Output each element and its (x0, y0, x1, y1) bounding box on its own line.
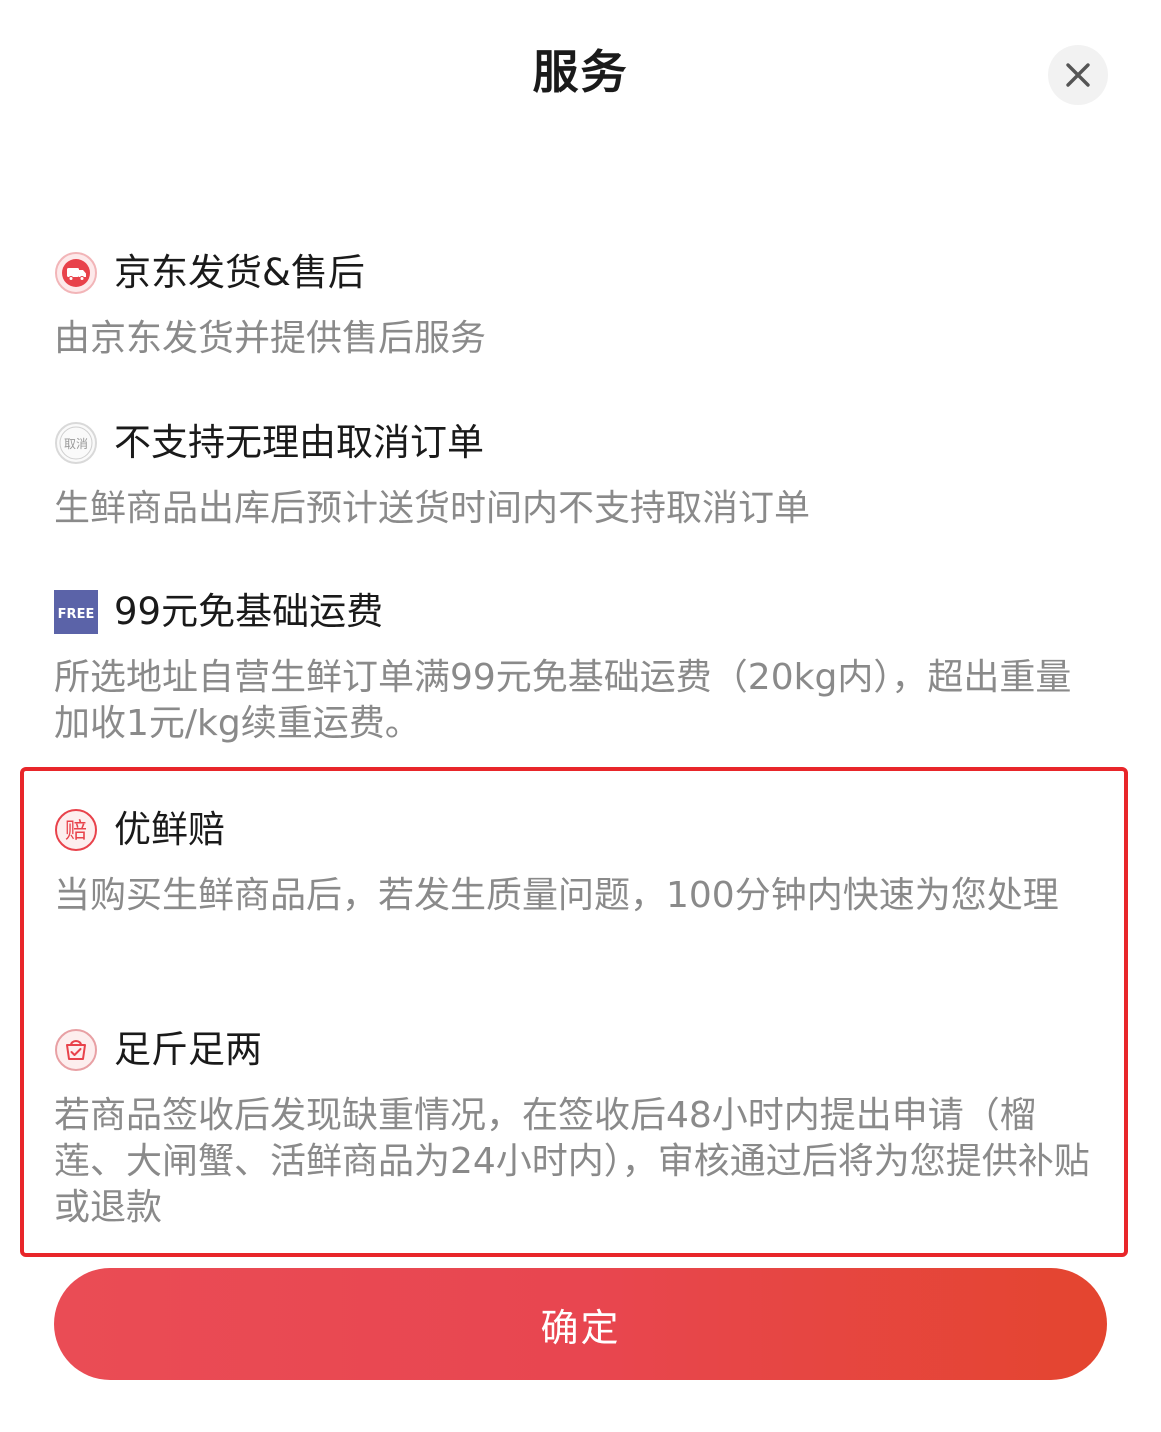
compensation-badge-text: 赔 (65, 819, 87, 844)
service-item-desc: 若商品签收后发现缺重情况，在签收后48小时内提出申请（榴莲、大闸蟹、活鲜商品为2… (54, 1095, 1090, 1228)
service-item-title: 京东发货&售后 (114, 251, 365, 294)
service-item-title: 99元免基础运费 (114, 590, 384, 633)
cancel-badge-icon: 取消 (54, 421, 98, 465)
service-item-free-shipping: FREE 99元免基础运费 所选地址自营生鲜订单满99元免基础运费（20kg内）… (54, 587, 1114, 747)
free-shipping-icon: FREE (54, 590, 98, 634)
full-weight-icon (54, 1028, 98, 1072)
service-item-quality-compensation: 赔 优鲜赔 当购买生鲜商品后，若发生质量问题，100分钟内快速为您处理 (54, 805, 1114, 919)
service-item-title: 足斤足两 (114, 1028, 262, 1071)
compensation-icon: 赔 (54, 808, 98, 852)
service-item-title: 优鲜赔 (114, 808, 225, 851)
close-icon (1066, 63, 1090, 87)
service-item-desc: 由京东发货并提供售后服务 (54, 318, 487, 359)
service-item-jd-delivery: 京东发货&售后 由京东发货并提供售后服务 (54, 248, 1114, 362)
delivery-truck-icon (54, 251, 98, 295)
service-sheet: 服务 京东发货&售后 由京东发货并提供售后服务 取消 不支持无理由取消订单 生鲜… (0, 0, 1161, 1432)
service-item-title: 不支持无理由取消订单 (114, 421, 484, 464)
confirm-button[interactable]: 确定 (54, 1268, 1107, 1380)
service-item-no-cancel: 取消 不支持无理由取消订单 生鲜商品出库后预计送货时间内不支持取消订单 (54, 418, 1114, 532)
close-button[interactable] (1048, 45, 1108, 105)
service-item-full-weight: 足斤足两 若商品签收后发现缺重情况，在签收后48小时内提出申请（榴莲、大闸蟹、活… (54, 1025, 1114, 1231)
service-item-desc: 生鲜商品出库后预计送货时间内不支持取消订单 (54, 488, 811, 529)
cancel-badge-text: 取消 (64, 437, 88, 451)
free-badge-text: FREE (58, 607, 95, 622)
service-item-desc: 当购买生鲜商品后，若发生质量问题，100分钟内快速为您处理 (54, 875, 1059, 916)
service-item-desc: 所选地址自营生鲜订单满99元免基础运费（20kg内），超出重量加收1元/kg续重… (54, 657, 1072, 744)
sheet-title: 服务 (532, 45, 629, 99)
